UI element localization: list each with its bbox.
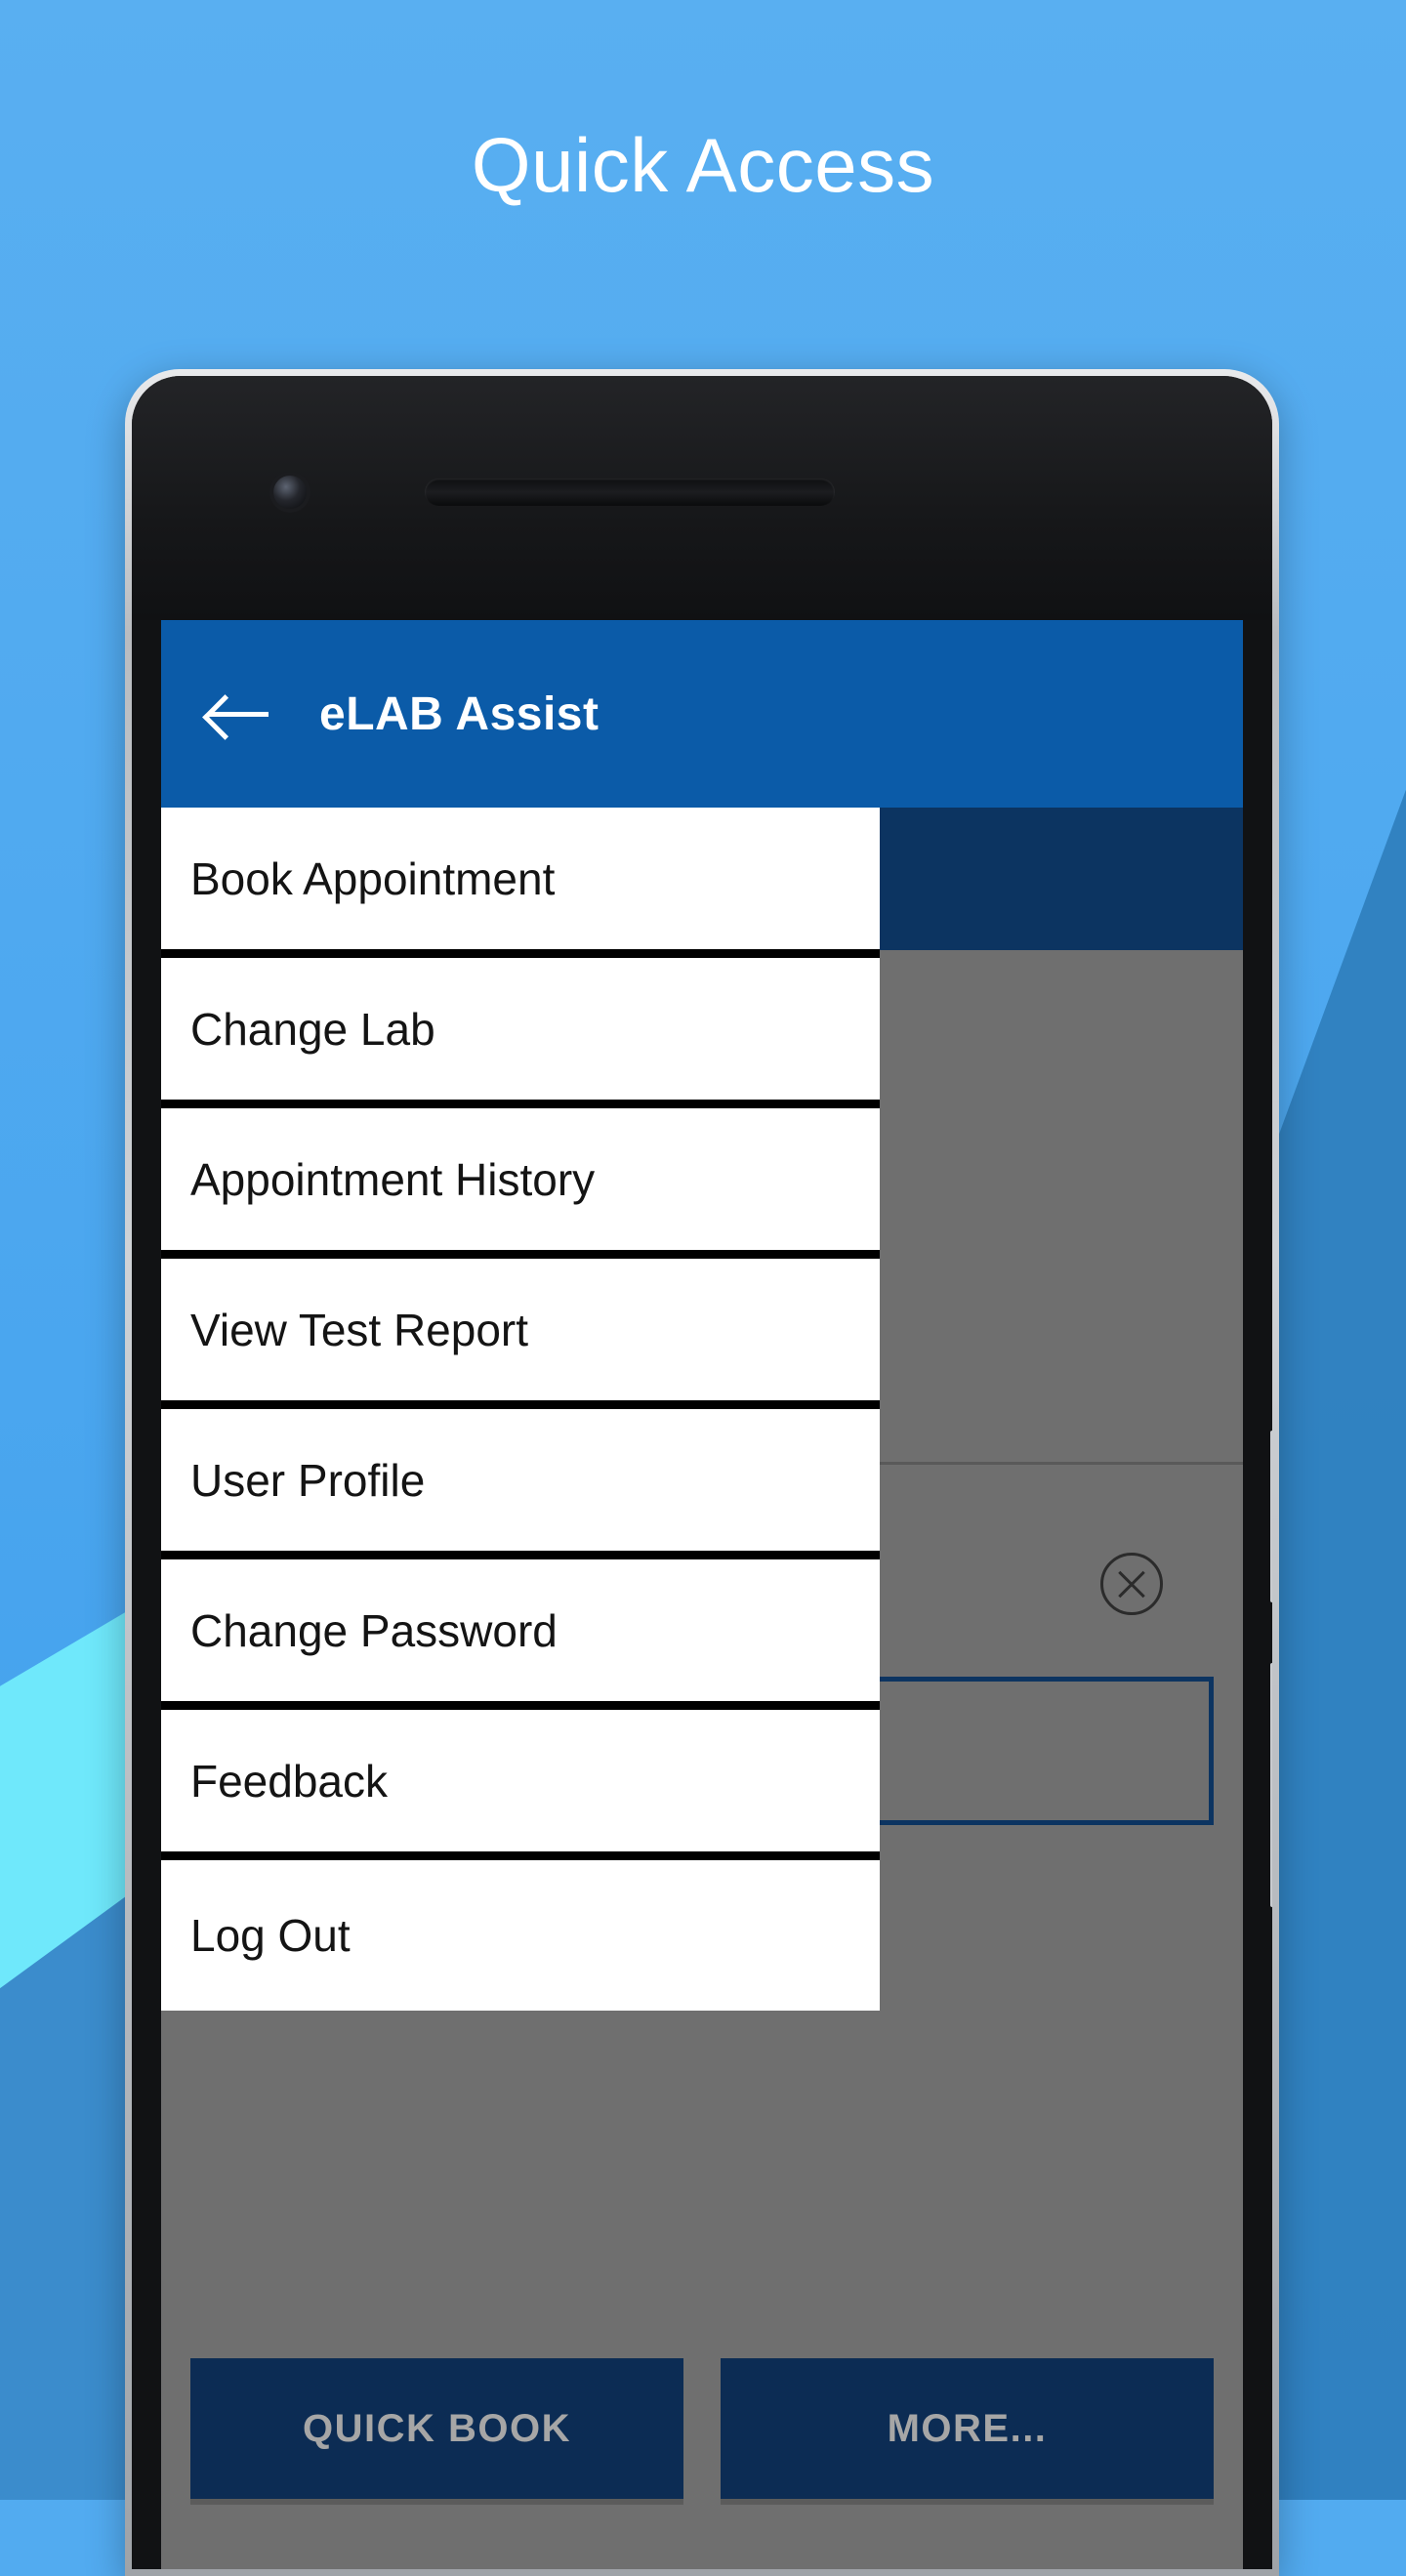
bottom-action-bar: QUICK BOOK MORE... bbox=[161, 2315, 1243, 2569]
more-button[interactable]: MORE... bbox=[721, 2358, 1214, 2499]
volume-button[interactable] bbox=[1270, 1431, 1272, 1602]
app-bar-title: eLAB Assist bbox=[319, 687, 600, 740]
app-screen: atory V bbox=[161, 620, 1243, 2569]
clear-circle-icon[interactable] bbox=[1100, 1553, 1163, 1615]
back-arrow-icon[interactable] bbox=[208, 691, 269, 736]
menu-item-user-profile[interactable]: User Profile bbox=[161, 1409, 880, 1559]
menu-item-change-password[interactable]: Change Password bbox=[161, 1559, 880, 1710]
quick-book-button[interactable]: QUICK BOOK bbox=[190, 2358, 683, 2499]
earpiece-speaker-icon bbox=[425, 478, 835, 506]
menu-item-change-lab[interactable]: Change Lab bbox=[161, 958, 880, 1108]
app-bar: eLAB Assist bbox=[161, 620, 1243, 808]
phone-top-bezel bbox=[132, 376, 1272, 620]
menu-item-feedback[interactable]: Feedback bbox=[161, 1710, 880, 1860]
menu-item-log-out[interactable]: Log Out bbox=[161, 1860, 880, 2011]
navigation-drawer: Book Appointment Change Lab Appointment … bbox=[161, 808, 880, 2011]
phone-mockup: atory V bbox=[125, 369, 1279, 2576]
power-button[interactable] bbox=[1270, 1663, 1272, 1907]
phone-body: atory V bbox=[132, 376, 1272, 2569]
menu-item-appointment-history[interactable]: Appointment History bbox=[161, 1108, 880, 1259]
promo-title: Quick Access bbox=[471, 122, 935, 208]
menu-item-view-test-report[interactable]: View Test Report bbox=[161, 1259, 880, 1409]
menu-item-book-appointment[interactable]: Book Appointment bbox=[161, 808, 880, 958]
front-camera-icon bbox=[273, 476, 307, 509]
